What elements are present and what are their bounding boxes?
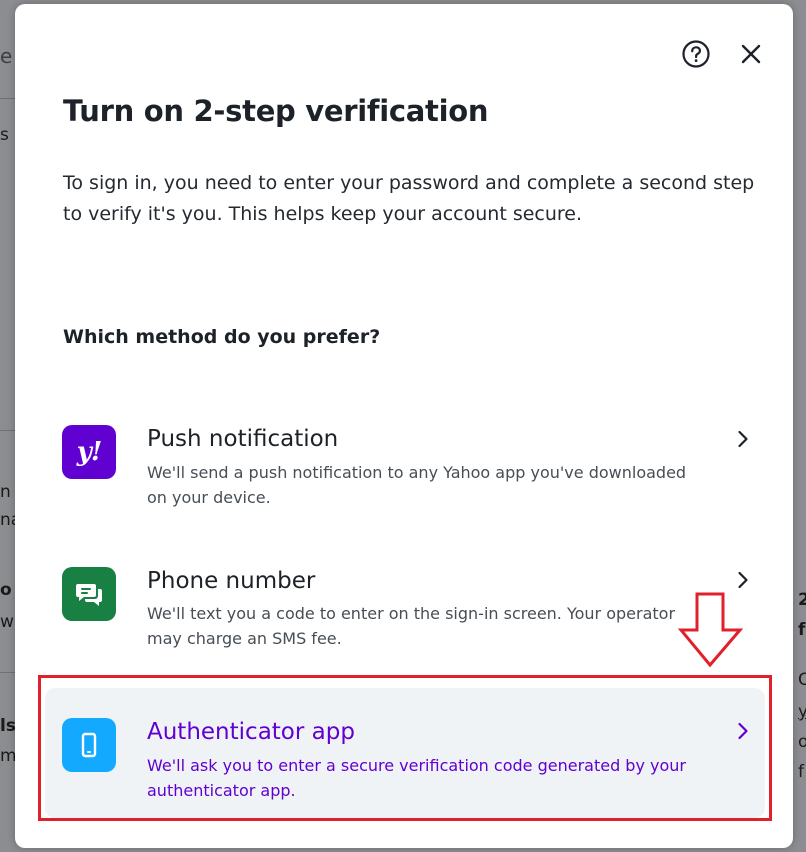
close-button[interactable] bbox=[735, 38, 767, 70]
help-circle-icon bbox=[682, 40, 710, 68]
dialog-title: Turn on 2-step verification bbox=[63, 94, 489, 128]
mobile-phone-icon bbox=[81, 732, 97, 758]
method-title: Authenticator app bbox=[147, 719, 355, 745]
background-divider bbox=[0, 430, 15, 431]
two-step-verification-dialog: Turn on 2-step verification To sign in, … bbox=[15, 4, 793, 848]
background-text: o bbox=[0, 580, 12, 600]
background-divider bbox=[0, 98, 15, 99]
method-question: Which method do you prefer? bbox=[63, 326, 381, 348]
close-icon bbox=[741, 44, 761, 64]
method-description: We'll text you a code to enter on the si… bbox=[147, 604, 676, 648]
method-title: Phone number bbox=[147, 568, 316, 594]
chat-bubbles-icon bbox=[76, 584, 102, 606]
yahoo-logo-icon: y! bbox=[76, 437, 103, 467]
push-notification-badge: y! bbox=[62, 425, 116, 479]
phone-number-badge bbox=[62, 567, 116, 621]
background-text: w bbox=[0, 612, 14, 632]
background-text: o bbox=[798, 732, 806, 752]
background-text: 2 bbox=[798, 590, 806, 610]
chevron-right-icon bbox=[735, 721, 751, 741]
background-text: f bbox=[798, 762, 804, 782]
background-divider bbox=[0, 672, 15, 673]
dialog-description: To sign in, you need to enter your passw… bbox=[63, 172, 755, 225]
method-phone-number[interactable]: Phone number We'll text you a code to en… bbox=[45, 552, 765, 662]
background-text: ls bbox=[0, 716, 16, 736]
method-authenticator-app[interactable]: Authenticator app We'll ask you to enter… bbox=[45, 688, 765, 818]
method-push-notification[interactable]: y! Push notification We'll send a push n… bbox=[45, 410, 765, 520]
background-text: e bbox=[0, 44, 13, 68]
background-text: y bbox=[798, 702, 806, 722]
chevron-right-icon bbox=[735, 570, 751, 590]
background-text: s bbox=[0, 125, 9, 145]
background-text: f bbox=[798, 620, 806, 640]
help-button[interactable] bbox=[680, 38, 712, 70]
method-title: Push notification bbox=[147, 426, 339, 452]
method-description: We'll send a push notification to any Ya… bbox=[147, 463, 687, 507]
background-text: C bbox=[798, 670, 806, 690]
chevron-right-icon bbox=[735, 429, 751, 449]
authenticator-app-badge bbox=[62, 718, 116, 772]
method-description: We'll ask you to enter a secure verifica… bbox=[147, 756, 686, 800]
